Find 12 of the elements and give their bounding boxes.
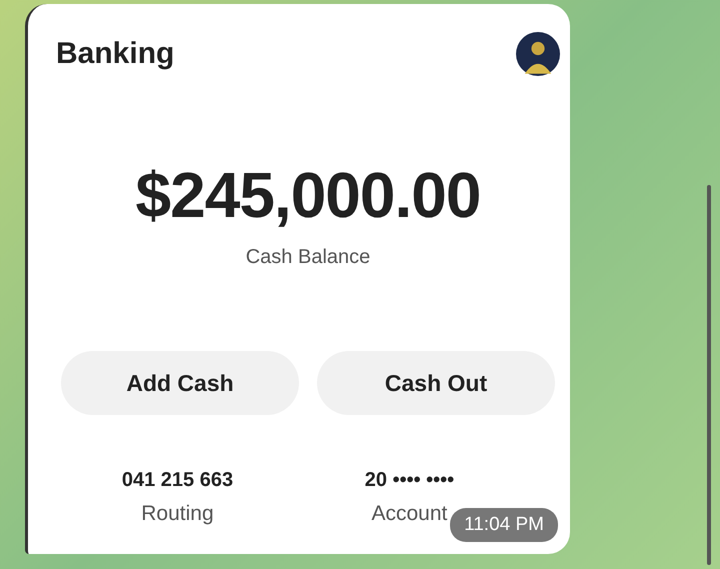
page-title: Banking <box>56 37 174 71</box>
action-button[interactable]: Add Cash <box>61 351 299 415</box>
detail-label: Routing <box>141 502 214 526</box>
balance-amount: $245,000.00 <box>136 158 480 232</box>
detail-value: 041 215 663 <box>122 469 234 492</box>
message-time: 11:04 PM <box>450 508 558 542</box>
action-button[interactable]: Cash Out <box>317 351 555 415</box>
avatar[interactable] <box>516 32 560 76</box>
balance-label: Cash Balance <box>246 246 370 269</box>
detail-label: Account <box>372 502 448 526</box>
scrollbar[interactable] <box>707 185 711 565</box>
detail-value: 20 •••• •••• <box>364 469 454 492</box>
